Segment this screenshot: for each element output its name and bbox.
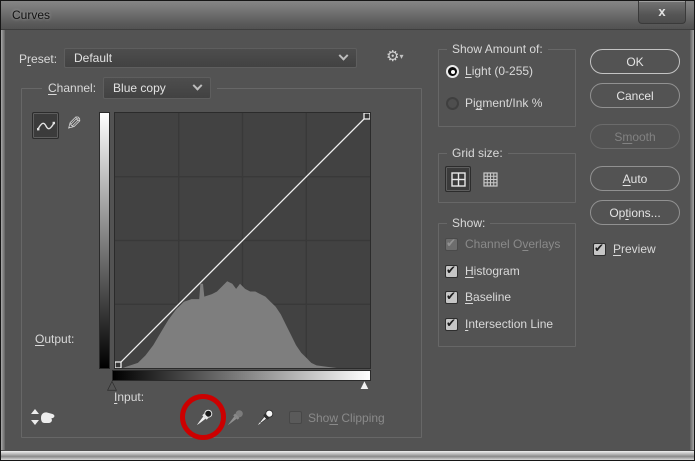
curve-point-highlight-handle: [364, 113, 370, 119]
curve-plot-area[interactable]: [114, 112, 371, 369]
histogram-label[interactable]: Histogram: [465, 264, 520, 278]
highlight-input-slider[interactable]: ▲: [358, 378, 371, 391]
white-point-eyedropper-icon[interactable]: [254, 407, 276, 429]
curve-point-tool-button[interactable]: [32, 112, 59, 139]
baseline-label[interactable]: Baseline: [465, 290, 511, 304]
light-radio[interactable]: [446, 65, 459, 78]
curve-point-shadow-handle: [115, 362, 121, 368]
options-button[interactable]: Options...: [590, 200, 680, 225]
grid-size-group-box: Grid size:: [438, 153, 576, 203]
histogram-checkbox[interactable]: ✔: [445, 265, 458, 278]
targeted-adjustment-icon[interactable]: [30, 407, 56, 429]
window-edge-right: [690, 30, 694, 450]
smooth-button: Smooth: [590, 124, 680, 149]
pigment-ink-radio-label[interactable]: Pigment/Ink %: [465, 96, 542, 110]
preset-value: Default: [74, 51, 112, 65]
window-title: Curves: [12, 8, 50, 22]
fine-grid-button[interactable]: [477, 166, 503, 192]
show-amount-group-box: Show Amount of: Light (0-255) Pigment/In…: [438, 49, 576, 127]
output-gradient-bar: [99, 112, 110, 369]
close-button[interactable]: x: [638, 1, 686, 24]
gray-point-eyedropper-icon[interactable]: [224, 407, 246, 429]
channel-value: Blue copy: [113, 81, 166, 95]
show-legend: Show:: [447, 216, 490, 230]
channel-row: Channel: Blue copy: [42, 77, 217, 99]
preview-label[interactable]: Preview: [613, 242, 656, 256]
intersection-line-label[interactable]: Intersection Line: [465, 317, 553, 331]
ok-button[interactable]: OK: [590, 49, 680, 74]
channel-overlays-label: Channel Overlays: [465, 237, 560, 251]
preset-gear-menu-icon[interactable]: ⚙▾: [386, 47, 403, 65]
output-label: Output:: [35, 332, 74, 346]
chevron-down-icon: [193, 80, 203, 90]
chevron-down-icon: [339, 50, 349, 60]
pencil-tool-icon[interactable]: ✎: [66, 113, 82, 136]
cancel-button[interactable]: Cancel: [590, 83, 680, 108]
light-radio-label[interactable]: Light (0-255): [465, 64, 533, 78]
preset-dropdown[interactable]: Default: [64, 48, 357, 68]
preview-checkbox[interactable]: ✔: [593, 243, 606, 256]
input-label: Input:: [114, 390, 144, 404]
baseline-checkbox[interactable]: ✔: [445, 291, 458, 304]
channel-overlays-checkbox: ✔: [445, 238, 458, 251]
fine-grid-icon: [483, 172, 498, 187]
show-amount-legend: Show Amount of:: [447, 42, 548, 56]
curve-group-box: Channel: Blue copy ✎: [21, 88, 422, 438]
channel-label: Channel:: [48, 81, 96, 95]
preset-label: Preset:: [19, 52, 57, 66]
channel-dropdown[interactable]: Blue copy: [103, 77, 211, 99]
auto-button[interactable]: Auto: [590, 166, 680, 191]
input-gradient-bar: [112, 370, 371, 381]
black-point-eyedropper-icon[interactable]: [193, 407, 215, 429]
curves-dialog: Curves x Preset: Default ⚙▾ Channel: Blu…: [0, 0, 695, 461]
quarter-grid-button[interactable]: [445, 166, 471, 192]
window-edge-bottom: [1, 450, 694, 460]
show-clipping-label: Show Clipping: [308, 411, 385, 425]
title-bar[interactable]: Curves x: [1, 1, 694, 30]
histogram-shape: [123, 281, 337, 368]
show-clipping-checkbox[interactable]: [289, 411, 302, 424]
dialog-body: Preset: Default ⚙▾ Channel: Blue copy: [5, 30, 690, 450]
intersection-line-checkbox[interactable]: ✔: [445, 318, 458, 331]
quarter-grid-icon: [451, 172, 466, 187]
show-group-box: Show: ✔ Channel Overlays ✔ Histogram ✔ B…: [438, 223, 576, 347]
grid-size-legend: Grid size:: [447, 146, 508, 160]
curve-icon: [36, 119, 56, 133]
pigment-ink-radio[interactable]: [446, 97, 459, 110]
